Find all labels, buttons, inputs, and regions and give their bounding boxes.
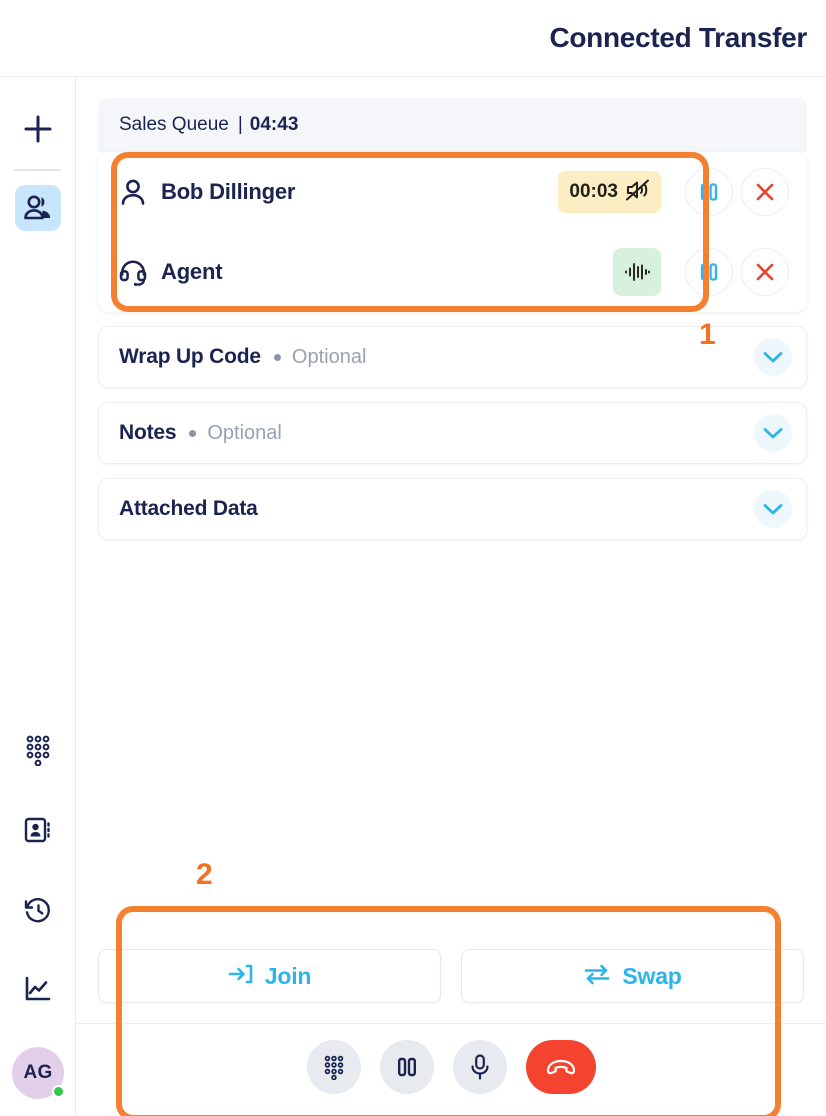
- call-party: Agent: [118, 257, 613, 287]
- speaker-muted-icon: [625, 179, 650, 206]
- pause-icon: [397, 1057, 416, 1077]
- page-title: Connected Transfer: [549, 22, 807, 53]
- dialpad-icon: [324, 1055, 343, 1080]
- hold-timer-text: 00:03: [569, 181, 618, 202]
- app-header: Connected Transfer: [0, 0, 826, 77]
- sidebar-item-teams[interactable]: [14, 185, 61, 231]
- party-name: Agent: [161, 259, 223, 284]
- section-attached-data[interactable]: Attached Data: [98, 478, 807, 540]
- section-title: Notes: [119, 421, 177, 444]
- expand-button[interactable]: [754, 414, 792, 452]
- swap-button[interactable]: Swap: [461, 949, 804, 1003]
- queue-name: Sales Queue: [119, 114, 229, 135]
- active-audio-badge: [613, 248, 661, 296]
- queue-header: Sales Queue | 04:43: [98, 98, 807, 152]
- history-clock-icon: [24, 898, 50, 923]
- hold-call-button[interactable]: [685, 168, 733, 216]
- pause-icon: [700, 183, 718, 201]
- section-title: Wrap Up Code: [119, 345, 261, 368]
- call-controls: [76, 1023, 826, 1116]
- dialpad-button[interactable]: [306, 1040, 361, 1094]
- join-button[interactable]: Join: [98, 949, 441, 1003]
- plus-icon: [24, 115, 51, 143]
- swap-arrows-icon: [583, 963, 611, 990]
- contact-book-icon: [24, 817, 50, 843]
- section-title: Attached Data: [119, 497, 258, 520]
- section-notes[interactable]: Notes Optional: [98, 402, 807, 464]
- status-badge: [52, 1085, 65, 1098]
- annotation-number-1: 1: [699, 318, 716, 351]
- queue-separator: |: [237, 114, 243, 135]
- main-panel: Sales Queue | 04:43 Bob Dillinger 00:03 …: [76, 77, 826, 1116]
- annotation-number-2: 2: [196, 858, 213, 891]
- sidebar-bottom-group: AG: [0, 727, 76, 1116]
- end-call-button[interactable]: [741, 248, 789, 296]
- queue-timer: 04:43: [249, 114, 299, 135]
- sidebar-item-analytics[interactable]: [15, 967, 61, 1013]
- chevron-down-icon: [763, 503, 783, 514]
- hold-timer-badge: 00:03: [558, 171, 661, 213]
- sidebar-divider: [14, 169, 61, 171]
- hold-call-button[interactable]: [685, 248, 733, 296]
- transfer-actions: Join Swap: [76, 927, 826, 1023]
- left-sidebar: AG: [0, 77, 76, 1116]
- call-party: Bob Dillinger: [118, 177, 558, 207]
- close-icon: [756, 183, 774, 201]
- add-button[interactable]: [16, 107, 60, 151]
- pause-icon: [700, 263, 718, 281]
- call-action-area: Join Swap: [76, 927, 826, 1116]
- chevron-down-icon: [763, 427, 783, 438]
- swap-label: Swap: [622, 962, 682, 989]
- sidebar-top-group: [0, 77, 75, 231]
- sidebar-item-history[interactable]: [15, 887, 61, 933]
- separator-dot: [273, 353, 281, 361]
- expand-button[interactable]: [754, 490, 792, 528]
- sidebar-item-dialpad[interactable]: [15, 727, 61, 773]
- call-row[interactable]: Agent: [98, 232, 807, 312]
- active-calls-card: Bob Dillinger 00:03 Agent: [98, 152, 807, 312]
- section-optional-label: Optional: [207, 421, 282, 444]
- join-arrow-icon: [228, 963, 254, 990]
- microphone-icon: [470, 1054, 489, 1080]
- separator-dot: [189, 429, 197, 437]
- close-icon: [756, 263, 774, 281]
- sidebar-item-contacts[interactable]: [15, 807, 61, 853]
- hangup-button[interactable]: [525, 1040, 596, 1094]
- end-call-button[interactable]: [741, 168, 789, 216]
- app-body: AG Sales Queue | 04:43 Bob Dillinger 00:…: [0, 77, 826, 1116]
- join-label: Join: [264, 962, 312, 989]
- phone-hangup-icon: [546, 1059, 575, 1075]
- chevron-down-icon: [763, 351, 783, 362]
- mute-button[interactable]: [452, 1040, 507, 1094]
- call-row[interactable]: Bob Dillinger 00:03: [98, 152, 807, 232]
- line-chart-icon: [25, 976, 51, 1001]
- softphone-app: Connected Transfer AG Sales Queue | 04:4…: [0, 0, 826, 1116]
- waveform-icon: [625, 263, 650, 281]
- hold-button[interactable]: [379, 1040, 434, 1094]
- avatar[interactable]: AG: [12, 1047, 65, 1099]
- expand-button[interactable]: [754, 338, 792, 376]
- people-icon: [23, 195, 50, 220]
- dialpad-icon: [26, 735, 50, 766]
- person-icon: [118, 177, 148, 207]
- section-optional-label: Optional: [291, 345, 367, 368]
- headset-icon: [118, 257, 148, 287]
- party-name: Bob Dillinger: [161, 179, 296, 204]
